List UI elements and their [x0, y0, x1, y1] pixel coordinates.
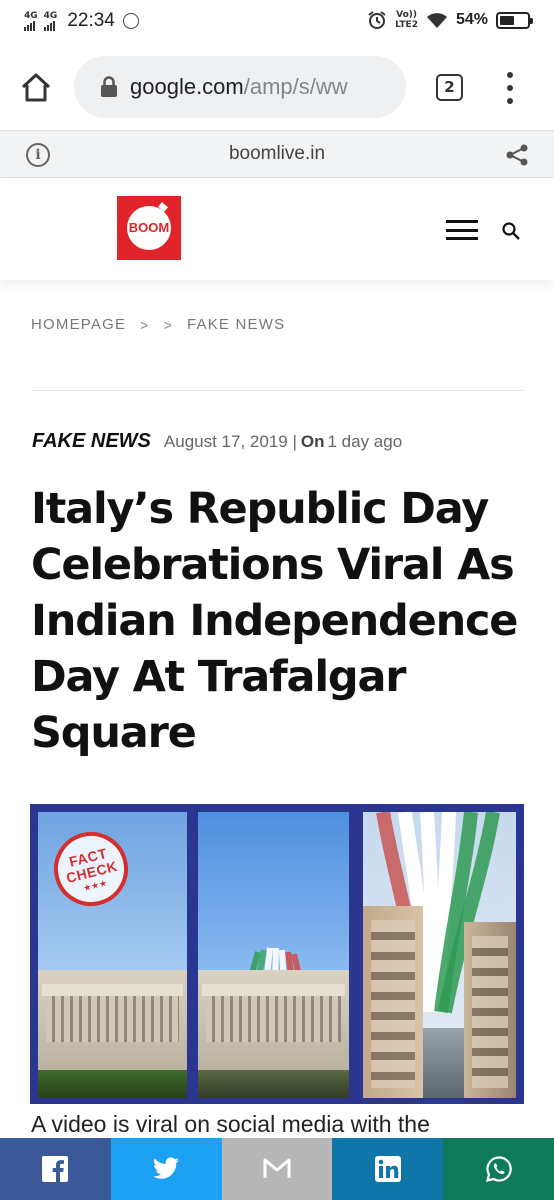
share-linkedin-button[interactable] — [332, 1138, 444, 1200]
wifi-icon — [426, 13, 447, 28]
breadcrumb-separator: > — [163, 316, 173, 333]
on-label: On — [300, 432, 325, 451]
share-bar — [0, 1138, 554, 1200]
tab-switcher-button[interactable]: 2 — [436, 74, 463, 101]
article-headline: Italy’s Republic Day Celebrations Viral … — [31, 484, 518, 758]
volte-indicator: Vo)) LTE2 — [395, 10, 418, 30]
relative-time: 1 day ago — [327, 432, 403, 451]
facebook-icon — [42, 1156, 69, 1182]
url-host: google.com — [130, 74, 244, 99]
image-panel-monument: FACT CHECK ★★★ — [38, 812, 187, 1098]
home-icon[interactable] — [18, 70, 54, 106]
whatsapp-icon — [485, 1156, 512, 1183]
linkedin-icon — [374, 1156, 401, 1182]
divider — [31, 390, 523, 391]
share-icon[interactable] — [504, 143, 530, 167]
amp-domain-bar: i boomlive.in — [0, 130, 554, 178]
browser-toolbar: google.com/amp/s/ww 2 — [0, 44, 554, 130]
url-text: google.com/amp/s/ww — [130, 74, 348, 100]
volte-label: Vo)) — [396, 10, 418, 20]
category-link[interactable]: FAKE NEWS — [32, 430, 151, 453]
status-bar: 4G 4G 22:34 Vo)) LTE2 54% — [0, 0, 554, 44]
logo-text: BOOM — [128, 220, 170, 235]
battery-percent: 54% — [455, 11, 488, 28]
breadcrumb-section[interactable]: FAKE NEWS — [187, 316, 285, 333]
battery-level — [500, 15, 514, 25]
alarm-icon — [368, 11, 386, 29]
breadcrumb: HOMEPAGE > > FAKE NEWS — [31, 316, 285, 333]
share-facebook-button[interactable] — [0, 1138, 111, 1200]
url-path: /amp/s/ww — [243, 74, 348, 99]
featured-image[interactable]: FACT CHECK ★★★ — [30, 804, 524, 1104]
signal-1-icon: 4G — [24, 10, 38, 31]
overflow-menu-icon[interactable] — [502, 72, 518, 104]
boom-logo[interactable]: BOOM — [117, 196, 181, 260]
status-time: 22:34 — [67, 10, 115, 31]
gmail-icon — [263, 1158, 291, 1178]
lte-label: LTE2 — [395, 20, 418, 30]
hamburger-menu-icon[interactable] — [446, 220, 478, 240]
site-header: BOOM — [0, 178, 554, 280]
share-twitter-button[interactable] — [110, 1138, 222, 1200]
twitter-icon — [153, 1157, 180, 1179]
status-right: Vo)) LTE2 54% — [367, 10, 533, 30]
amp-domain-label[interactable]: boomlive.in — [0, 143, 554, 165]
signal-2-icon: 4G — [43, 10, 58, 31]
share-whatsapp-button[interactable] — [443, 1138, 554, 1200]
lock-icon — [101, 76, 117, 97]
image-panel-street — [363, 812, 516, 1098]
article-meta: FAKE NEWS August 17, 2019 | On 1 day ago — [32, 430, 402, 453]
article-lead: A video is viral on social media with th… — [31, 1111, 430, 1137]
battery-icon — [496, 11, 533, 29]
network-type-2: 4G — [43, 10, 58, 21]
status-left: 4G 4G 22:34 — [24, 10, 139, 32]
image-panel-flyover — [198, 812, 349, 1098]
breadcrumb-separator: > — [140, 316, 150, 333]
fact-check-stamp: FACT CHECK ★★★ — [46, 824, 136, 914]
url-bar[interactable]: google.com/amp/s/ww — [74, 56, 406, 118]
publish-date: August 17, 2019 | — [163, 432, 297, 451]
network-type-1: 4G — [24, 10, 38, 21]
search-icon[interactable] — [501, 221, 521, 241]
whatsapp-notification-icon — [122, 13, 139, 29]
share-gmail-button[interactable] — [221, 1138, 333, 1200]
breadcrumb-home[interactable]: HOMEPAGE — [31, 316, 126, 333]
